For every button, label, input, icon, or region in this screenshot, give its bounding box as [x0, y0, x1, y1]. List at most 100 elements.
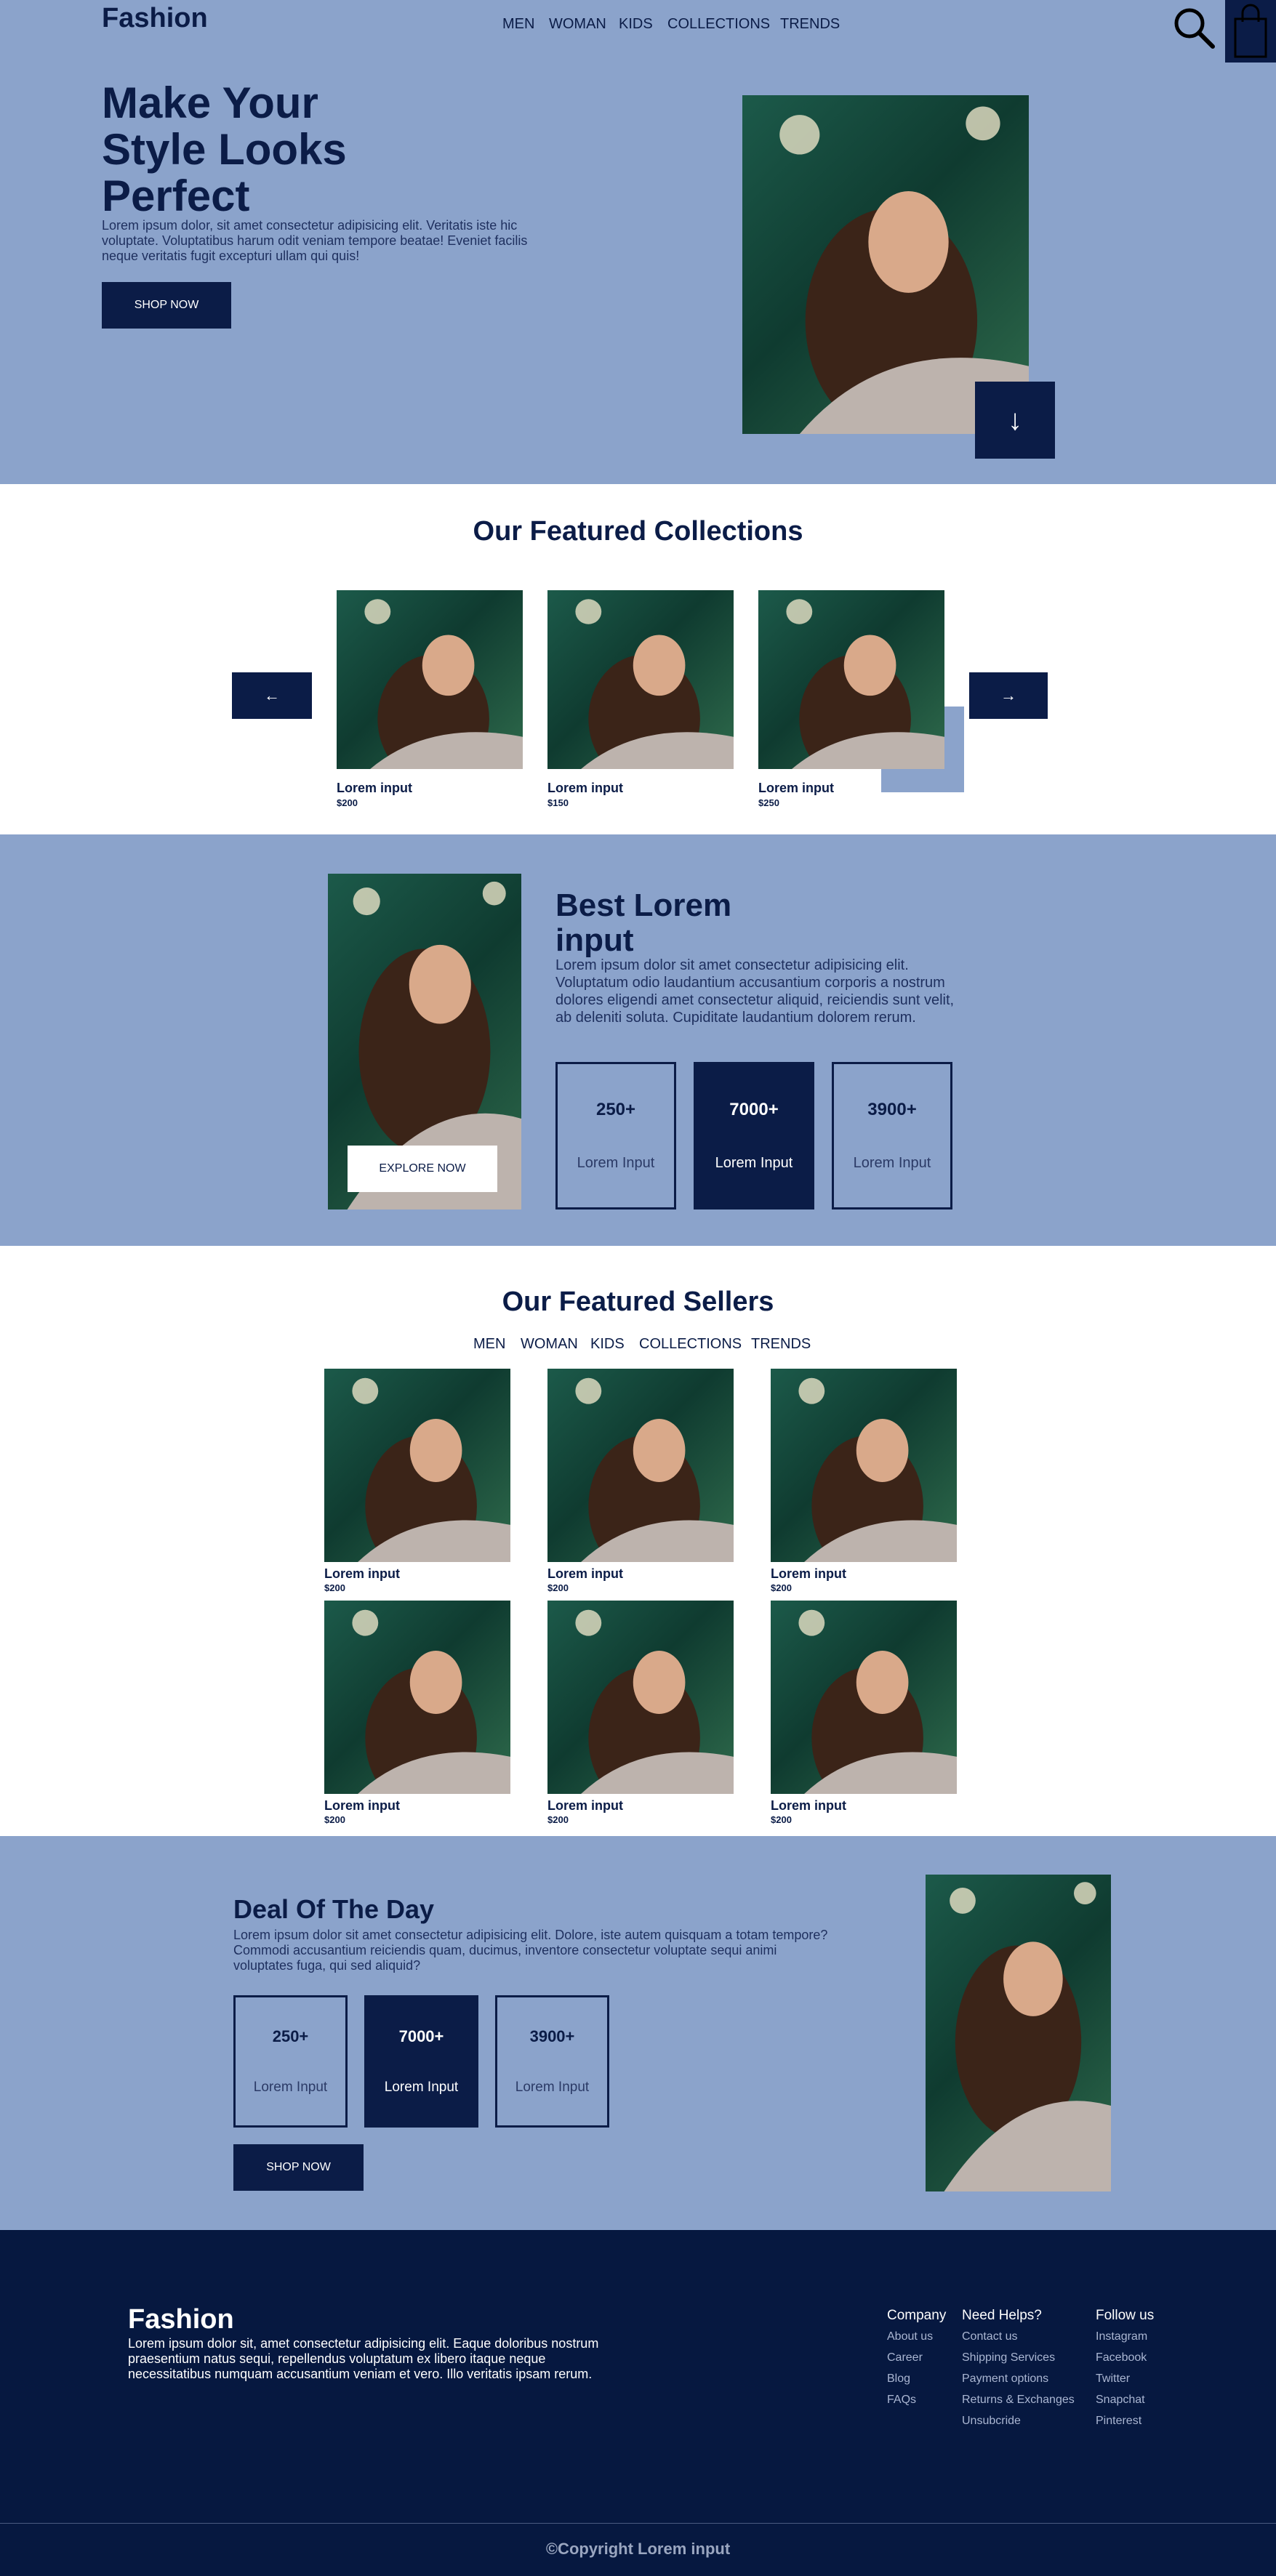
brand-logo[interactable]: Fashion [102, 3, 208, 34]
product-name: Lorem input [324, 1798, 400, 1813]
stat-label: Lorem Input [384, 2080, 459, 2095]
sellers-title: Our Featured Sellers [502, 1287, 774, 1317]
product-price: $200 [547, 1582, 569, 1593]
footer-link[interactable]: Blog [887, 2372, 910, 2386]
hero-title-line: Perfect [102, 172, 250, 220]
stat-label: Lorem Input [253, 2080, 328, 2095]
nav-collections[interactable]: COLLECTIONS [667, 16, 770, 33]
hero-title-line: Style Looks [102, 125, 347, 174]
stat-box: 3900+ Lorem Input [832, 1062, 952, 1209]
stat-box: 7000+ Lorem Input [694, 1062, 814, 1209]
best-description: Lorem ipsum dolor sit amet consectetur a… [555, 957, 955, 1026]
product-name: Lorem input [547, 1798, 623, 1813]
footer-column-heading: Follow us [1096, 2308, 1155, 2323]
arrow-right-icon: → [1000, 686, 1016, 704]
stat-box: 250+ Lorem Input [233, 1995, 348, 2128]
footer-link[interactable]: Unsubcride [962, 2415, 1021, 2428]
footer-link[interactable]: Twitter [1096, 2372, 1130, 2386]
footer-link[interactable]: Snapchat [1096, 2394, 1145, 2407]
search-icon[interactable] [1172, 6, 1216, 49]
product-image [324, 1369, 510, 1562]
product-name: Lorem input [337, 781, 412, 795]
hero-description: Lorem ipsum dolor, sit amet consectetur … [102, 218, 528, 263]
stat-value: 250+ [272, 2027, 309, 2045]
stat-value: 3900+ [529, 2027, 575, 2045]
best-title-line: input [555, 922, 634, 958]
explore-now-button[interactable]: EXPLORE NOW [348, 1146, 497, 1192]
nav-men[interactable]: MEN [502, 16, 534, 33]
carousel-prev-button[interactable]: ← [232, 672, 312, 719]
product-price: $200 [324, 1582, 345, 1593]
stat-label: Lorem Input [577, 1155, 655, 1171]
tab-trends[interactable]: TRENDS [751, 1336, 811, 1353]
footer-link[interactable]: Pinterest [1096, 2415, 1141, 2428]
stat-box: 250+ Lorem Input [555, 1062, 676, 1209]
product-price: $200 [547, 1814, 569, 1825]
product-image [337, 590, 523, 769]
product-price: $250 [758, 797, 779, 808]
footer-link[interactable]: Shipping Services [962, 2351, 1055, 2364]
arrow-down-icon: ↓ [1008, 403, 1022, 436]
footer-link[interactable]: Career [887, 2351, 923, 2364]
stat-value: 7000+ [398, 2027, 444, 2045]
footer-divider [0, 2523, 1276, 2524]
best-title: Best Lorem input [555, 888, 731, 958]
stat-value: 250+ [595, 1100, 636, 1119]
nav-trends[interactable]: TRENDS [780, 16, 840, 33]
footer-column-heading: Company [887, 2308, 947, 2323]
stat-value: 7000+ [729, 1100, 779, 1119]
shopping-bag-icon [1234, 4, 1267, 58]
copyright: ©Copyright Lorem input [545, 2540, 731, 2558]
footer-link[interactable]: Facebook [1096, 2351, 1147, 2364]
stat-label: Lorem Input [515, 2080, 590, 2095]
product-name: Lorem input [324, 1566, 400, 1581]
footer-link[interactable]: FAQs [887, 2394, 916, 2407]
tab-woman[interactable]: WOMAN [521, 1336, 578, 1353]
stat-label: Lorem Input [715, 1155, 793, 1171]
footer-link[interactable]: About us [887, 2330, 933, 2343]
product-name: Lorem input [547, 781, 623, 795]
nav-woman[interactable]: WOMAN [549, 16, 606, 33]
deal-title: Deal Of The Day [233, 1894, 435, 1924]
footer [0, 2230, 1276, 2576]
footer-column-heading: Need Helps? [962, 2308, 1042, 2323]
best-title-line: Best Lorem [555, 887, 732, 923]
product-price: $200 [324, 1814, 345, 1825]
footer-logo[interactable]: Fashion [128, 2304, 234, 2335]
stat-box: 7000+ Lorem Input [364, 1995, 478, 2128]
tab-kids[interactable]: KIDS [590, 1336, 625, 1353]
product-image [771, 1369, 957, 1562]
deal-shop-now-button[interactable]: SHOP NOW [233, 2144, 364, 2191]
tab-collections[interactable]: COLLECTIONS [639, 1336, 742, 1353]
cart-button[interactable] [1225, 0, 1276, 63]
product-image [771, 1601, 957, 1794]
hero-title: Make Your Style Looks Perfect [102, 80, 347, 220]
product-name: Lorem input [771, 1798, 846, 1813]
product-price: $200 [771, 1582, 792, 1593]
nav-kids[interactable]: KIDS [619, 16, 653, 33]
footer-link[interactable]: Instagram [1096, 2330, 1147, 2343]
collections-title: Our Featured Collections [473, 516, 803, 547]
deal-description: Lorem ipsum dolor sit amet consectetur a… [233, 1928, 828, 1973]
product-price: $200 [771, 1814, 792, 1825]
product-price: $200 [337, 797, 358, 808]
product-name: Lorem input [758, 781, 834, 795]
product-price: $150 [547, 797, 569, 808]
scroll-down-button[interactable]: ↓ [975, 382, 1055, 459]
hero-shop-now-button[interactable]: SHOP NOW [102, 282, 231, 329]
product-image [324, 1601, 510, 1794]
footer-link[interactable]: Returns & Exchanges [962, 2394, 1075, 2407]
arrow-left-icon: ← [264, 686, 280, 704]
product-image [547, 590, 734, 769]
footer-link[interactable]: Contact us [962, 2330, 1017, 2343]
tab-men[interactable]: MEN [473, 1336, 505, 1353]
footer-link[interactable]: Payment options [962, 2372, 1048, 2386]
product-image [547, 1369, 734, 1562]
product-name: Lorem input [771, 1566, 846, 1581]
stat-box: 3900+ Lorem Input [495, 1995, 609, 2128]
footer-description: Lorem ipsum dolor sit, amet consectetur … [128, 2336, 599, 2381]
product-image [758, 590, 944, 769]
deal-model-image [926, 1875, 1111, 2191]
carousel-next-button[interactable]: → [969, 672, 1048, 719]
hero-title-line: Make Your [102, 79, 318, 127]
